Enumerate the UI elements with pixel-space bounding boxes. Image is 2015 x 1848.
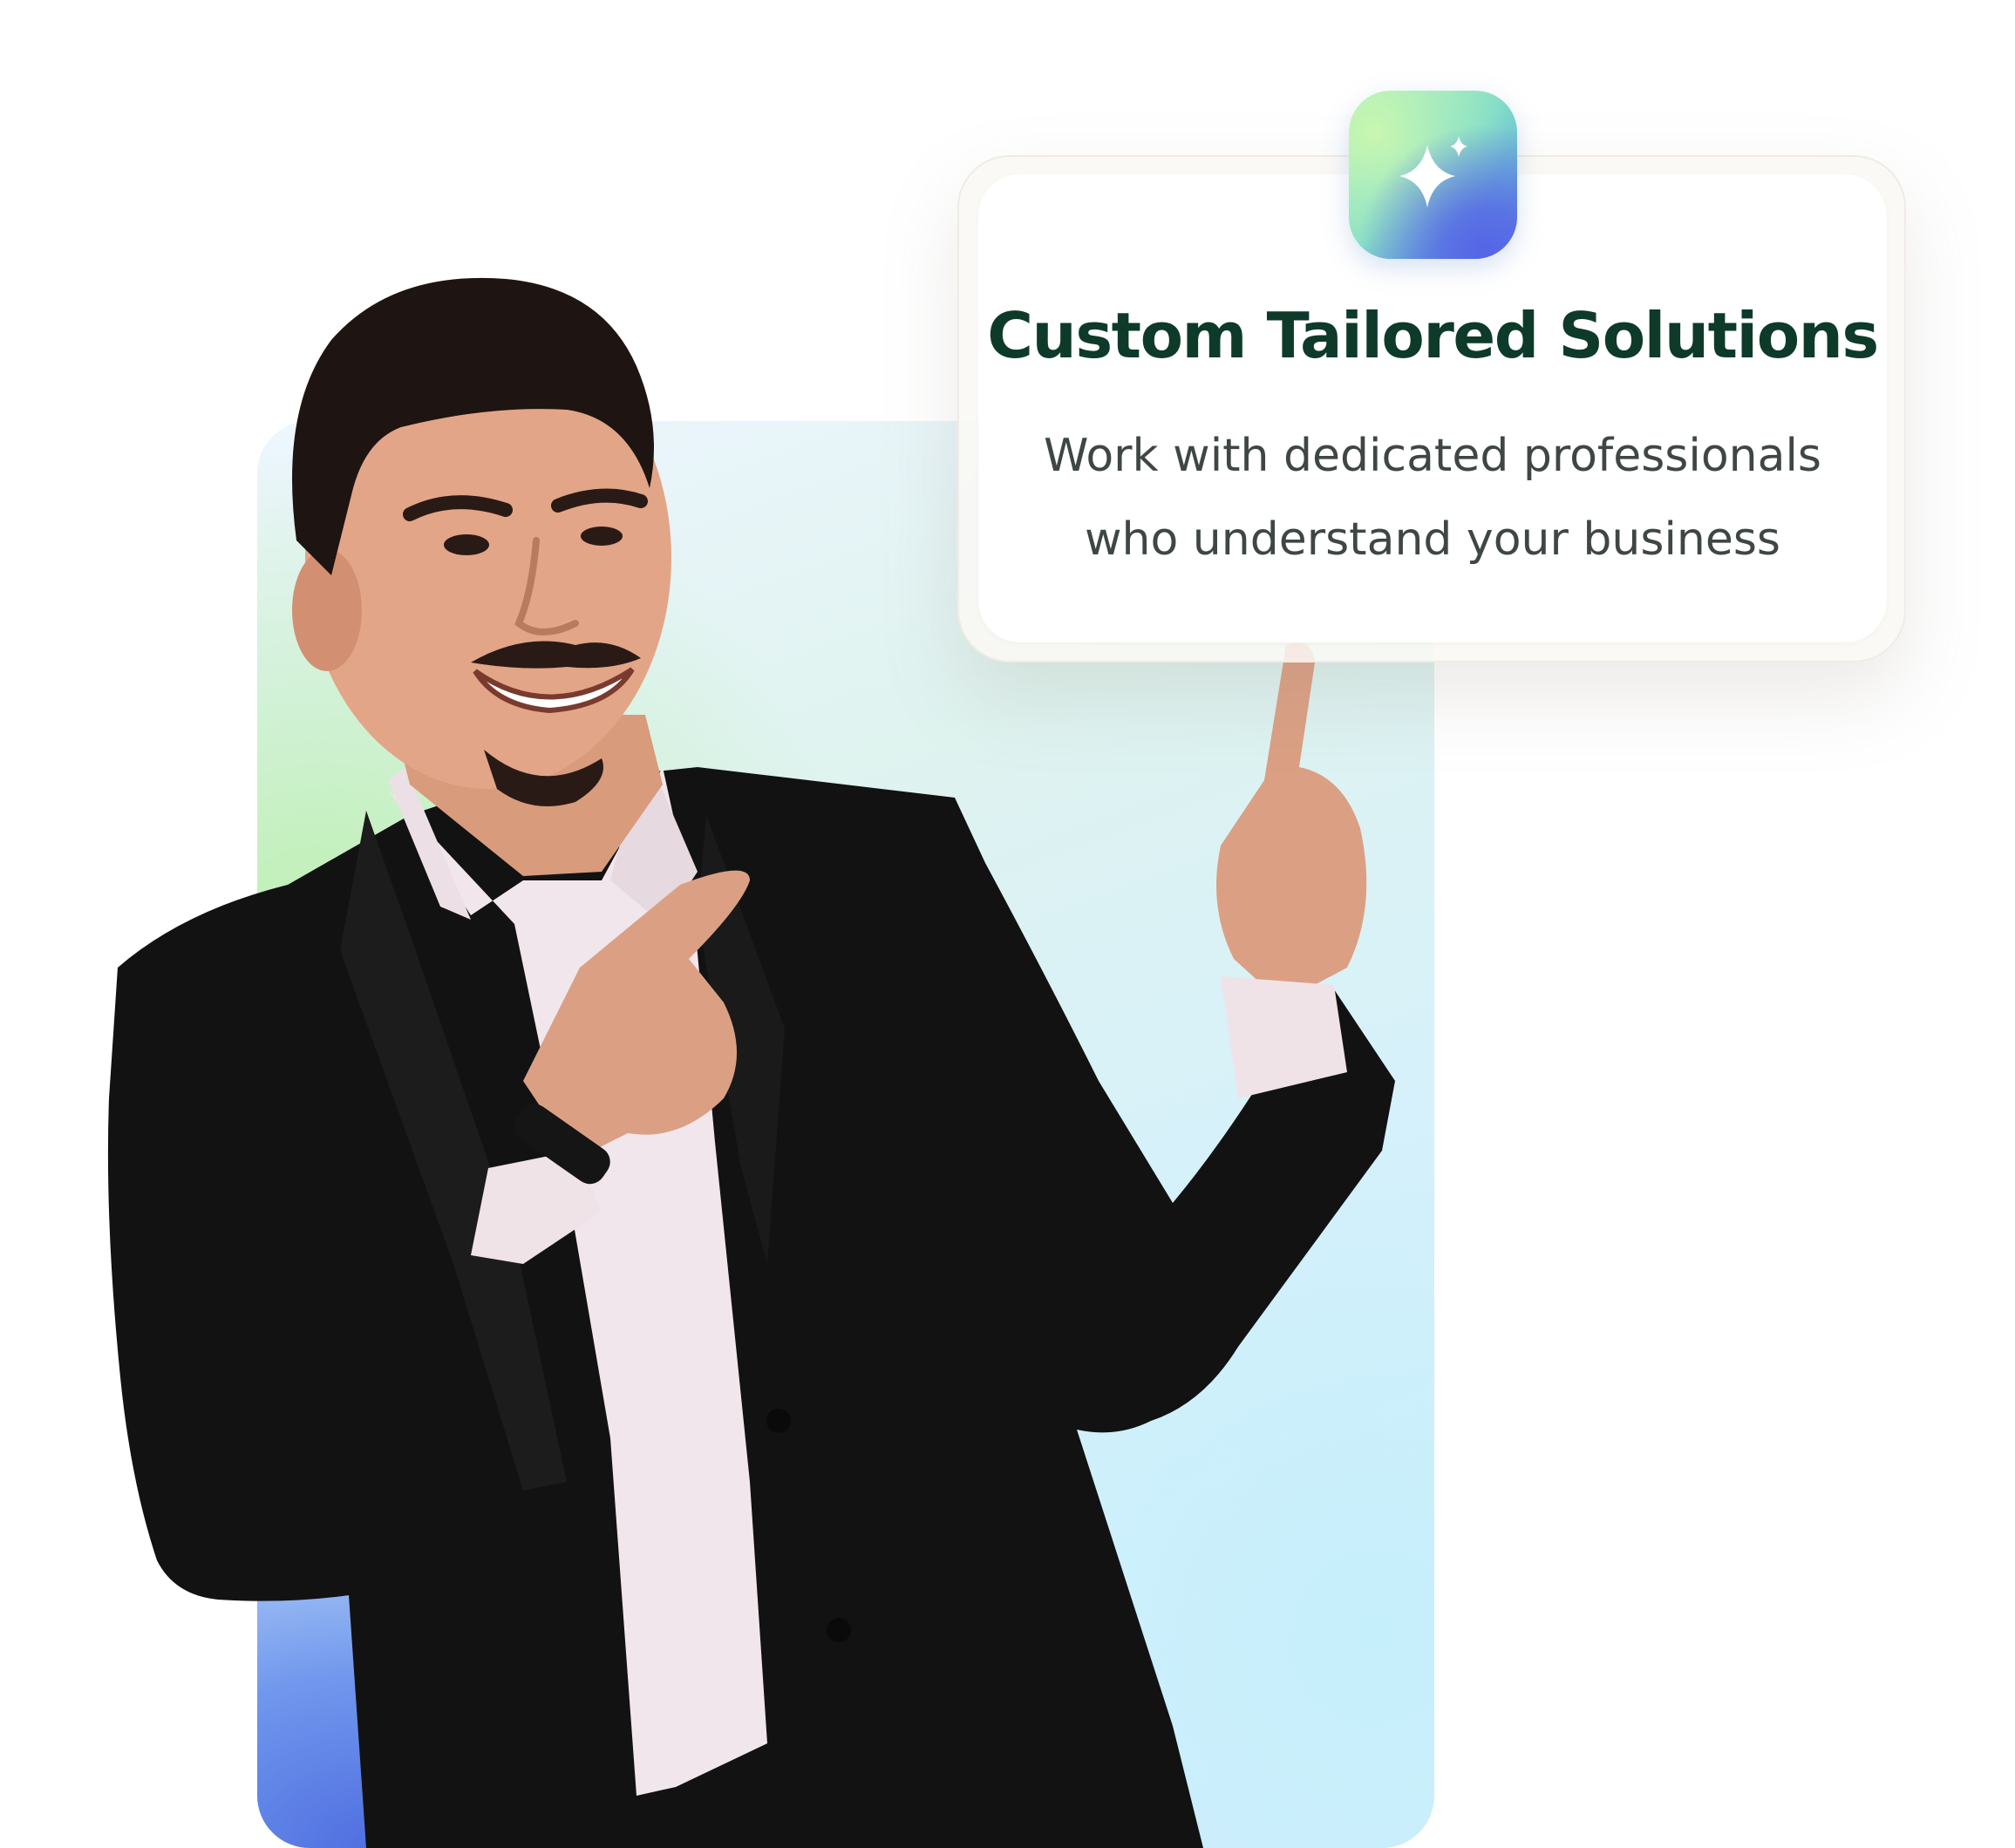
card-description-line-1: Work with dedicated professionals: [1043, 430, 1822, 482]
card-title: Custom Tailored Solutions: [987, 299, 1879, 372]
eye-right: [581, 527, 623, 546]
card-description-line-2: who understand your business: [1084, 513, 1781, 566]
jacket-button-1: [766, 1409, 791, 1433]
jacket-button-2: [827, 1618, 851, 1642]
eye-left: [444, 534, 489, 555]
sparkle-icon: [1399, 136, 1467, 207]
card-description: Work with dedicated professionals who un…: [978, 414, 1887, 581]
sparkle-icon-tile: [1349, 91, 1517, 259]
hand-right: [1216, 642, 1367, 1002]
